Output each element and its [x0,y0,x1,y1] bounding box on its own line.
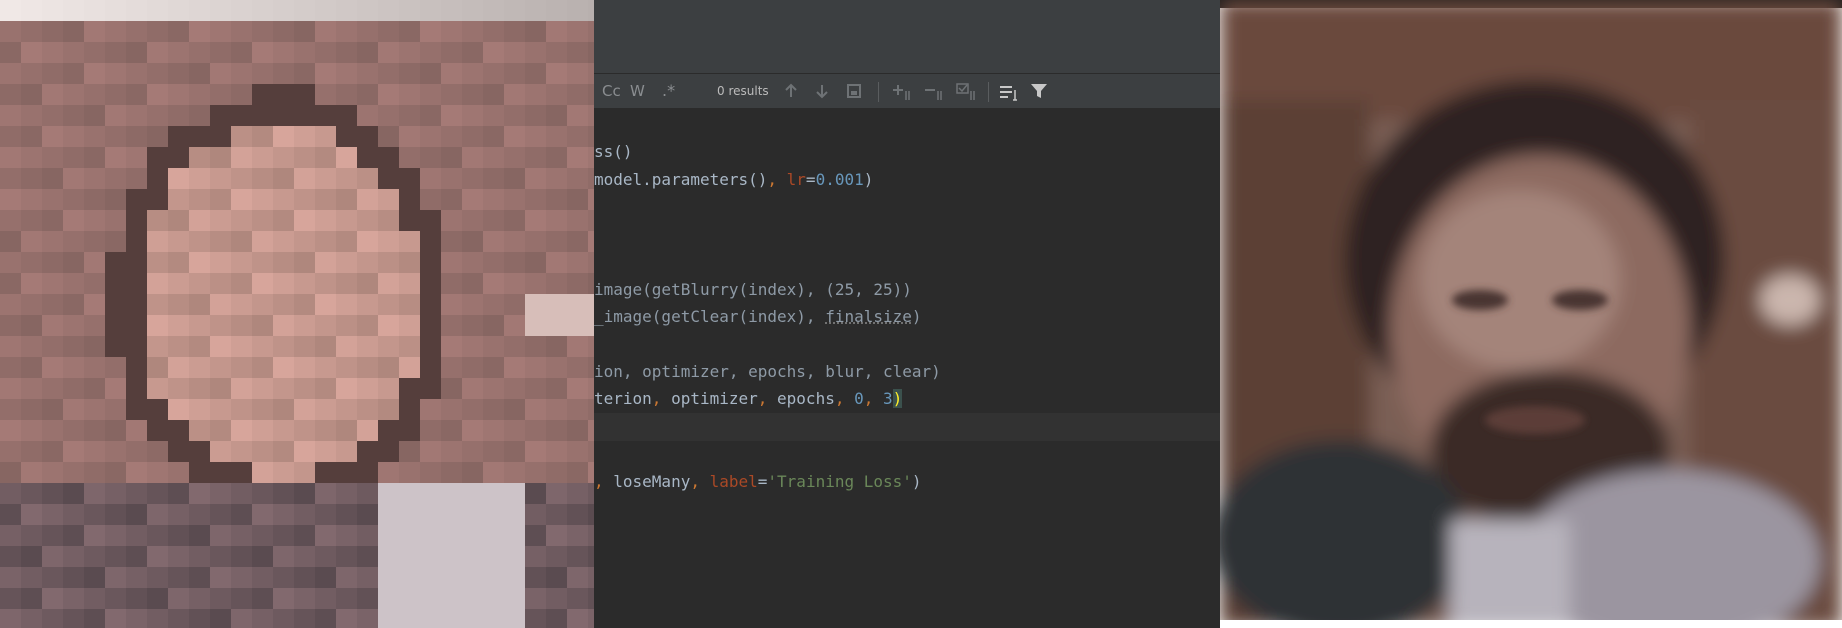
regex-toggle[interactable]: .* [662,82,675,100]
select-occurrences-icon[interactable] [956,82,978,102]
code-line: image(getBlurry(index), (25, 25)) [594,280,912,299]
code-line: terion, optimizer, epochs, 0, 3) [594,389,903,408]
matched-paren: ) [892,389,903,408]
editor-tab-strip [594,40,1220,74]
add-cursor-icon[interactable] [892,82,912,102]
window-titlebar [594,0,1220,41]
code-line: ion, optimizer, epochs, blur, clear) [594,362,941,381]
match-case-toggle[interactable]: Cc [602,82,621,100]
clear-face-image [1220,0,1842,628]
code-line: model.parameters(), lr=0.001) [594,170,874,189]
funnel-icon[interactable] [1030,82,1048,100]
arrow-down-icon[interactable] [814,83,830,99]
code-line: , loseMany, label='Training Loss') [594,472,922,491]
toolbar-separator [988,82,989,102]
find-bar: Cc W .* 0 results [594,74,1220,109]
search-results-count: 0 results [717,84,769,98]
code-line: ss() [594,142,633,161]
current-line-highlight [594,413,1220,441]
arrow-up-icon[interactable] [783,83,799,99]
remove-cursor-icon[interactable] [924,82,944,102]
select-all-icon[interactable] [846,83,862,99]
words-toggle[interactable]: W [630,82,645,100]
code-line: _image(getClear(index), finalsize) [594,307,922,326]
ide-editor-panel: Cc W .* 0 results ss() model.parameters(… [594,0,1220,628]
pixelated-face-image [0,0,594,628]
code-editor[interactable]: ss() model.parameters(), lr=0.001) image… [594,108,1220,628]
toolbar-separator [878,82,879,102]
filter-options-icon[interactable] [998,82,1018,102]
